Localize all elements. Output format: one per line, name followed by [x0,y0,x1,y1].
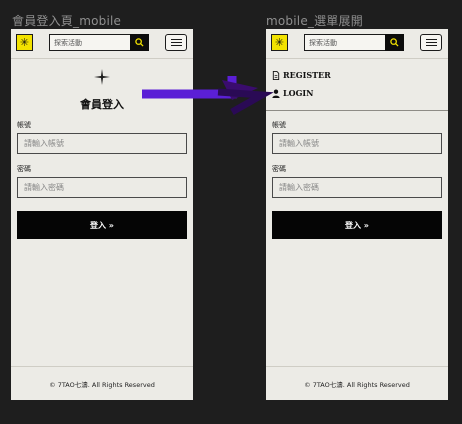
search-icon [390,38,399,47]
login-page-frame: ✳ 會員登入 帳號 密碼 登入 » © 7TAO七濤. All Rights R… [11,29,193,400]
menu-open-frame: ✳ REGISTER LOGIN 帳 [266,29,448,400]
password-field[interactable] [17,177,187,198]
logo-star-icon: ✳ [274,36,285,49]
dropdown-menu: REGISTER LOGIN [266,59,448,111]
frame-title-menu-open: mobile_選單展開 [266,14,363,28]
menu-item-label: LOGIN [283,88,314,98]
logo-star-icon: ✳ [19,36,30,49]
menu-item-register[interactable]: REGISTER [272,70,331,80]
footer: © 7TAO七濤. All Rights Reserved [266,366,448,400]
account-field[interactable] [17,133,187,154]
document-icon [272,70,280,80]
logo[interactable]: ✳ [16,34,33,51]
user-icon [272,89,280,98]
search-button[interactable] [130,34,149,51]
account-label: 帳號 [17,121,31,129]
page-title: 會員登入 [80,98,124,111]
password-field[interactable] [272,177,442,198]
frame-title-login: 會員登入頁_mobile [12,14,122,28]
login-button[interactable]: 登入 » [17,211,187,239]
hamburger-menu-icon [170,38,182,40]
menu-item-login[interactable]: LOGIN [272,88,313,98]
footer: © 7TAO七濤. All Rights Reserved [11,366,193,400]
search-button[interactable] [385,34,404,51]
decorative-sparkle-icon [94,69,110,88]
account-label: 帳號 [272,121,286,129]
hamburger-menu-button[interactable] [165,34,187,51]
copyright-text: © 7TAO七濤. All Rights Reserved [304,380,410,389]
login-button[interactable]: 登入 » [272,211,442,239]
header: ✳ [266,29,448,59]
password-label: 密碼 [272,165,286,173]
hamburger-menu-button[interactable] [420,34,442,51]
logo[interactable]: ✳ [271,34,288,51]
menu-item-label: REGISTER [283,70,331,80]
account-field[interactable] [272,133,442,154]
password-label: 密碼 [17,165,31,173]
search-icon [135,38,144,47]
header: ✳ [11,29,193,59]
copyright-text: © 7TAO七濤. All Rights Reserved [49,380,155,389]
hamburger-menu-icon [425,38,437,40]
